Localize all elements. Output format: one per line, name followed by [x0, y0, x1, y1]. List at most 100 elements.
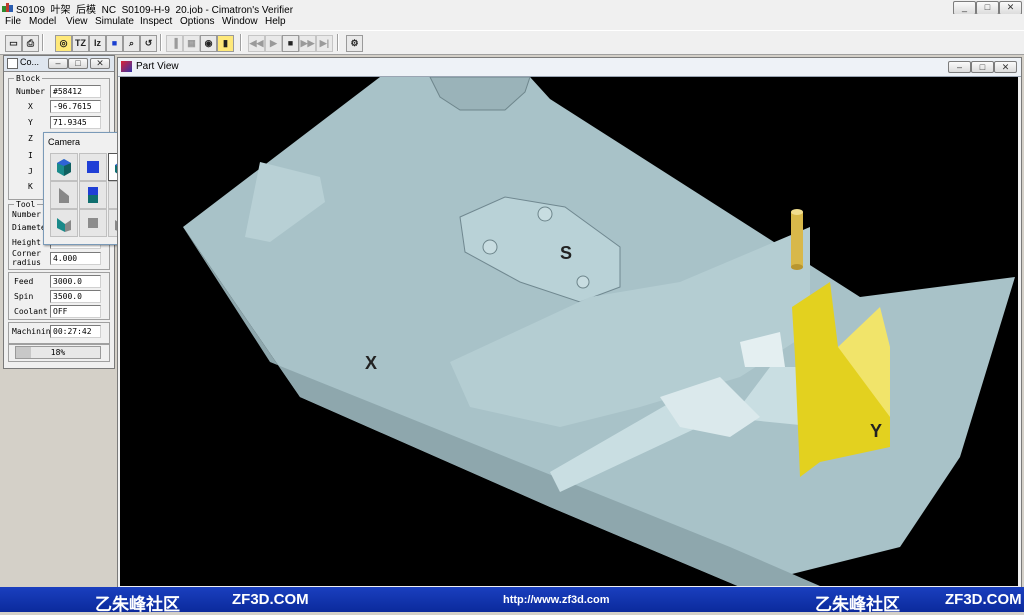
machine-icon[interactable]: ⚙	[346, 35, 363, 52]
banner-logo-right: 乙朱峰社区	[815, 595, 900, 614]
menu-model[interactable]: Model	[29, 16, 56, 27]
k-label: K	[28, 182, 33, 191]
toolbar-separator	[240, 34, 242, 51]
progress-bar: 18%	[15, 346, 101, 359]
banner-logo-left: 乙朱峰社区	[95, 595, 180, 614]
axis-label-z: S	[560, 243, 572, 263]
stock-icon[interactable]: ■	[106, 35, 123, 52]
open-icon[interactable]: ▭	[5, 35, 22, 52]
panel-close-button[interactable]: ✕	[90, 58, 110, 69]
back-view-icon[interactable]	[79, 209, 107, 237]
machining-label: Machinin	[12, 327, 51, 336]
cylinder-icon[interactable]: ◉	[200, 35, 217, 52]
print-icon[interactable]: ⎙	[22, 35, 39, 52]
iz-icon[interactable]: Iz	[89, 35, 106, 52]
corner-radius-field: 4.000	[50, 252, 101, 265]
watermark-banner: 乙朱峰社区 ZF3D.COM http://www.zf3d.com 乙朱峰社区…	[0, 587, 1024, 614]
pocket-boss-top	[537, 206, 553, 222]
close-button[interactable]: ✕	[999, 1, 1022, 15]
y-label: Y	[28, 118, 33, 127]
cutting-tool	[791, 212, 803, 267]
tool-height-label: Height	[12, 238, 41, 247]
tool-icon[interactable]: ▮	[217, 35, 234, 52]
tz-icon[interactable]: TZ	[72, 35, 89, 52]
reset-view-icon[interactable]: ↺	[140, 35, 157, 52]
part-view-title-bar[interactable]: Part View – □ ✕	[118, 58, 1021, 77]
tool-diameter-label: Diamete	[12, 223, 46, 232]
menu-bar: File Model View Simulate Inspect Options…	[0, 14, 1024, 30]
menu-options[interactable]: Options	[180, 16, 214, 27]
title-bar: S0109_叶架_后模_NC_S0109-H-9_20.job - Cimatr…	[0, 0, 1024, 16]
toolbar: ▭ ⎙ ◎ TZ Iz ■ ⌕ ↺ ▐ ▦ ◉ ▮ ◀◀ ▶ ■ ▶▶ ▶| ⚙	[0, 30, 1024, 55]
stop-icon[interactable]: ■	[282, 35, 299, 52]
toolbar-separator	[337, 34, 339, 51]
coolant-label: Coolant	[14, 307, 48, 316]
z-label: Z	[28, 134, 33, 143]
x-field: -96.7615	[50, 100, 101, 113]
go-start-icon[interactable]: ◀◀	[248, 35, 265, 52]
corner-label-line2: radius	[12, 258, 41, 267]
panel-icon	[7, 58, 18, 69]
part-view-window: Part View – □ ✕ X Y S	[117, 57, 1022, 589]
menu-view[interactable]: View	[66, 16, 88, 27]
go-end-icon[interactable]: ▶|	[316, 35, 333, 52]
i-label: I	[28, 151, 33, 160]
banner-site-left: ZF3D.COM	[232, 591, 309, 608]
toolbar-separator	[160, 34, 162, 51]
maximize-button[interactable]: □	[976, 1, 999, 15]
control-panel-header[interactable]: Co... – □ ✕	[4, 56, 114, 72]
menu-window[interactable]: Window	[222, 16, 258, 27]
corner-label-line1: Corner	[12, 249, 41, 258]
part-view-canvas[interactable]: X Y S	[120, 77, 1018, 586]
top-view-icon[interactable]	[79, 153, 107, 181]
machined-part-model: X Y S	[183, 77, 1015, 586]
coolant-field: OFF	[50, 305, 101, 318]
menu-inspect[interactable]: Inspect	[140, 16, 172, 27]
part-view-minimize-button[interactable]: –	[948, 61, 971, 73]
menu-file[interactable]: File	[5, 16, 21, 27]
part-view-icon	[121, 61, 132, 72]
machining-time-field: 00:27:42	[50, 325, 101, 338]
app-icon	[2, 3, 13, 12]
part-view-close-button[interactable]: ✕	[994, 61, 1017, 73]
block-number-field: #58412	[50, 85, 101, 98]
camera-title: Camera	[48, 137, 81, 147]
y-field: 71.9345	[50, 116, 101, 129]
left-side-view-icon[interactable]	[50, 181, 78, 209]
cutting-tool-tip	[791, 264, 803, 270]
tool-group-label: Tool	[14, 200, 38, 209]
axis-label-y: Y	[870, 421, 882, 441]
part-view-maximize-button[interactable]: □	[971, 61, 994, 73]
x-label: X	[28, 102, 33, 111]
j-label: J	[28, 167, 33, 176]
panel-minimize-button[interactable]: –	[48, 58, 68, 69]
step-forward-icon[interactable]: ▶▶	[299, 35, 316, 52]
rewind-toolpath-icon[interactable]: ◎	[55, 35, 72, 52]
step-back-icon[interactable]: ▐	[166, 35, 183, 52]
zoom-icon[interactable]: ⌕	[123, 35, 140, 52]
progress-text: 18%	[50, 348, 66, 357]
feed-label: Feed	[14, 277, 34, 286]
iso-front-left-view-icon[interactable]	[50, 153, 78, 181]
iso-back-left-view-icon[interactable]	[50, 209, 78, 237]
panel-maximize-button[interactable]: □	[68, 58, 88, 69]
block-number-label: Number	[16, 87, 45, 96]
pocket-boss-left	[482, 239, 498, 255]
toolbar-separator	[42, 34, 44, 51]
axis-label-x: X	[365, 353, 377, 373]
part-view-title: Part View	[136, 61, 179, 72]
spin-field: 3500.0	[50, 290, 101, 303]
block-group-label: Block	[14, 74, 43, 83]
front-view-icon[interactable]	[79, 181, 107, 209]
menu-help[interactable]: Help	[265, 16, 286, 27]
pan-icon[interactable]: ▦	[183, 35, 200, 52]
cutting-tool-top	[791, 209, 803, 215]
minimize-button[interactable]: _	[953, 1, 976, 15]
menu-simulate[interactable]: Simulate	[95, 16, 134, 27]
pocket-boss-right	[576, 275, 590, 289]
play-icon[interactable]: ▶	[265, 35, 282, 52]
tool-number-label: Number	[12, 210, 41, 219]
banner-site-right: ZF3D.COM	[945, 591, 1022, 608]
banner-url[interactable]: http://www.zf3d.com	[503, 594, 610, 606]
feed-field: 3000.0	[50, 275, 101, 288]
